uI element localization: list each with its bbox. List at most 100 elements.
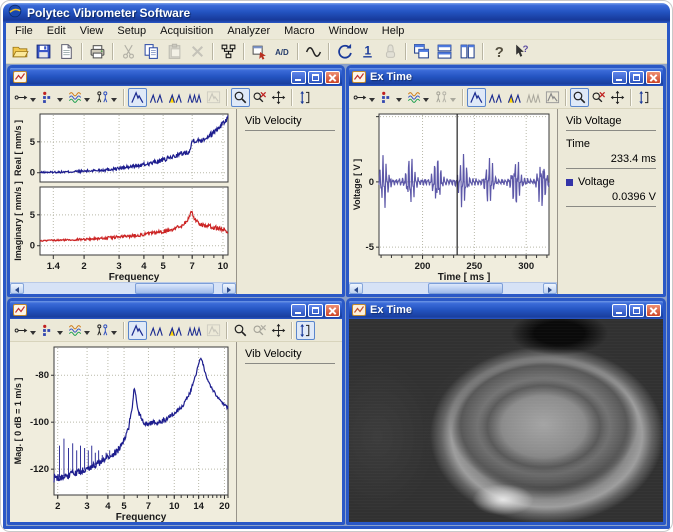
open-button[interactable] — [9, 41, 32, 63]
generator-button[interactable] — [302, 41, 325, 63]
menu-item-setup[interactable]: Setup — [110, 24, 153, 38]
minimize-button[interactable] — [291, 304, 306, 317]
scroll-left-button[interactable] — [10, 283, 24, 294]
minimize-button[interactable] — [612, 71, 627, 84]
help-button[interactable]: ? — [487, 41, 510, 63]
peak-marked-button[interactable] — [166, 88, 185, 107]
cut-button[interactable] — [117, 41, 140, 63]
zoom-off-button[interactable] — [589, 88, 608, 107]
pan-button[interactable] — [608, 88, 627, 107]
scroll-left-button[interactable] — [349, 283, 363, 294]
peak-single-button[interactable] — [128, 88, 147, 107]
tile-vertical-button[interactable] — [456, 41, 479, 63]
ad-button[interactable]: A/D — [271, 41, 294, 63]
peak-double-button[interactable] — [147, 321, 166, 340]
scroll-thumb[interactable] — [135, 283, 214, 294]
peak-double-button[interactable] — [147, 88, 166, 107]
scroll-right-button[interactable] — [222, 283, 236, 294]
peak-track-button[interactable] — [204, 321, 223, 340]
maximize-button[interactable] — [629, 71, 644, 84]
menu-item-edit[interactable]: Edit — [40, 24, 73, 38]
peak-multi-button[interactable] — [185, 321, 204, 340]
display-style-button[interactable] — [39, 88, 66, 107]
cascade-icon — [413, 43, 430, 60]
zoom-button[interactable] — [231, 321, 250, 340]
maximize-button[interactable] — [308, 304, 323, 317]
peak-multi-button[interactable] — [185, 88, 204, 107]
save-button[interactable] — [32, 41, 55, 63]
child-titlebar[interactable] — [10, 301, 342, 319]
child-titlebar[interactable]: Ex Time — [349, 301, 663, 319]
copy-button[interactable] — [140, 41, 163, 63]
menu-item-window[interactable]: Window — [322, 24, 375, 38]
menu-item-analyzer[interactable]: Analyzer — [220, 24, 277, 38]
toolbar-separator — [226, 89, 228, 106]
scroll-right-button[interactable] — [543, 283, 557, 294]
menu-item-acquisition[interactable]: Acquisition — [153, 24, 220, 38]
context-help-button[interactable]: ? — [510, 41, 533, 63]
peak-single-button[interactable] — [467, 88, 486, 107]
scroll-track[interactable] — [24, 283, 222, 294]
cursor-mode-button[interactable] — [351, 88, 378, 107]
svg-text:Mag. [ 0 dB = 1 m/s ]: Mag. [ 0 dB = 1 m/s ] — [13, 378, 23, 465]
close-button[interactable] — [646, 304, 661, 317]
peak-double-button[interactable] — [486, 88, 505, 107]
compare-button[interactable] — [432, 88, 459, 107]
compare-button[interactable] — [93, 88, 120, 107]
child-titlebar[interactable]: Ex Time — [349, 68, 663, 86]
peak-multi-button[interactable] — [524, 88, 543, 107]
minimize-button[interactable] — [291, 71, 306, 84]
toolbar-separator — [112, 43, 114, 60]
delete-button[interactable] — [186, 41, 209, 63]
display-style-button[interactable] — [378, 88, 405, 107]
maximize-button[interactable] — [629, 304, 644, 317]
compare-button[interactable] — [93, 321, 120, 340]
scroll-track[interactable] — [363, 283, 543, 294]
close-button[interactable] — [325, 304, 340, 317]
new-doc-button[interactable] — [55, 41, 78, 63]
stop-button[interactable] — [379, 41, 402, 63]
child-titlebar[interactable] — [10, 68, 342, 86]
y-scale-button[interactable] — [296, 88, 315, 107]
y-scale-button[interactable] — [296, 321, 315, 340]
pan-button[interactable] — [269, 321, 288, 340]
chart-frequency-real-imag: 05Real [ mm/s ]05Imaginary [ mm/s ]1.423… — [10, 109, 236, 282]
peak-track-button[interactable] — [543, 88, 562, 107]
scroll-thumb[interactable] — [428, 283, 504, 294]
cursor-mode-button[interactable] — [12, 321, 39, 340]
toolbar-separator — [630, 89, 632, 106]
minimize-button[interactable] — [612, 304, 627, 317]
tile-horizontal-button[interactable] — [433, 41, 456, 63]
close-button[interactable] — [646, 71, 661, 84]
signal-select-button[interactable] — [66, 88, 93, 107]
cursor-mode-button[interactable] — [12, 88, 39, 107]
zoom-off-button[interactable] — [250, 88, 269, 107]
camera-window-icon — [352, 304, 366, 316]
menu-item-file[interactable]: File — [8, 24, 40, 38]
app-titlebar[interactable]: Polytec Vibrometer Software — [3, 3, 670, 23]
peak-track-button[interactable] — [204, 88, 223, 107]
menu-item-view[interactable]: View — [73, 24, 111, 38]
single-shot-button[interactable]: 1 — [356, 41, 379, 63]
peak-marked-button[interactable] — [166, 321, 185, 340]
cascade-button[interactable] — [410, 41, 433, 63]
zoom-button[interactable] — [231, 88, 250, 107]
signal-select-button[interactable] — [66, 321, 93, 340]
continuous-button[interactable] — [333, 41, 356, 63]
pan-button[interactable] — [269, 88, 288, 107]
print-button[interactable] — [86, 41, 109, 63]
peak-marked-button[interactable] — [505, 88, 524, 107]
close-button[interactable] — [325, 71, 340, 84]
display-style-button[interactable] — [39, 321, 66, 340]
zoom-off-button[interactable] — [250, 321, 269, 340]
y-scale-button[interactable] — [635, 88, 654, 107]
signal-select-button[interactable] — [405, 88, 432, 107]
menu-item-macro[interactable]: Macro — [277, 24, 322, 38]
menu-item-help[interactable]: Help — [375, 24, 412, 38]
peak-single-button[interactable] — [128, 321, 147, 340]
paste-button[interactable] — [163, 41, 186, 63]
ad-settings-button[interactable] — [248, 41, 271, 63]
signal-flow-button[interactable] — [217, 41, 240, 63]
zoom-button[interactable] — [570, 88, 589, 107]
maximize-button[interactable] — [308, 71, 323, 84]
